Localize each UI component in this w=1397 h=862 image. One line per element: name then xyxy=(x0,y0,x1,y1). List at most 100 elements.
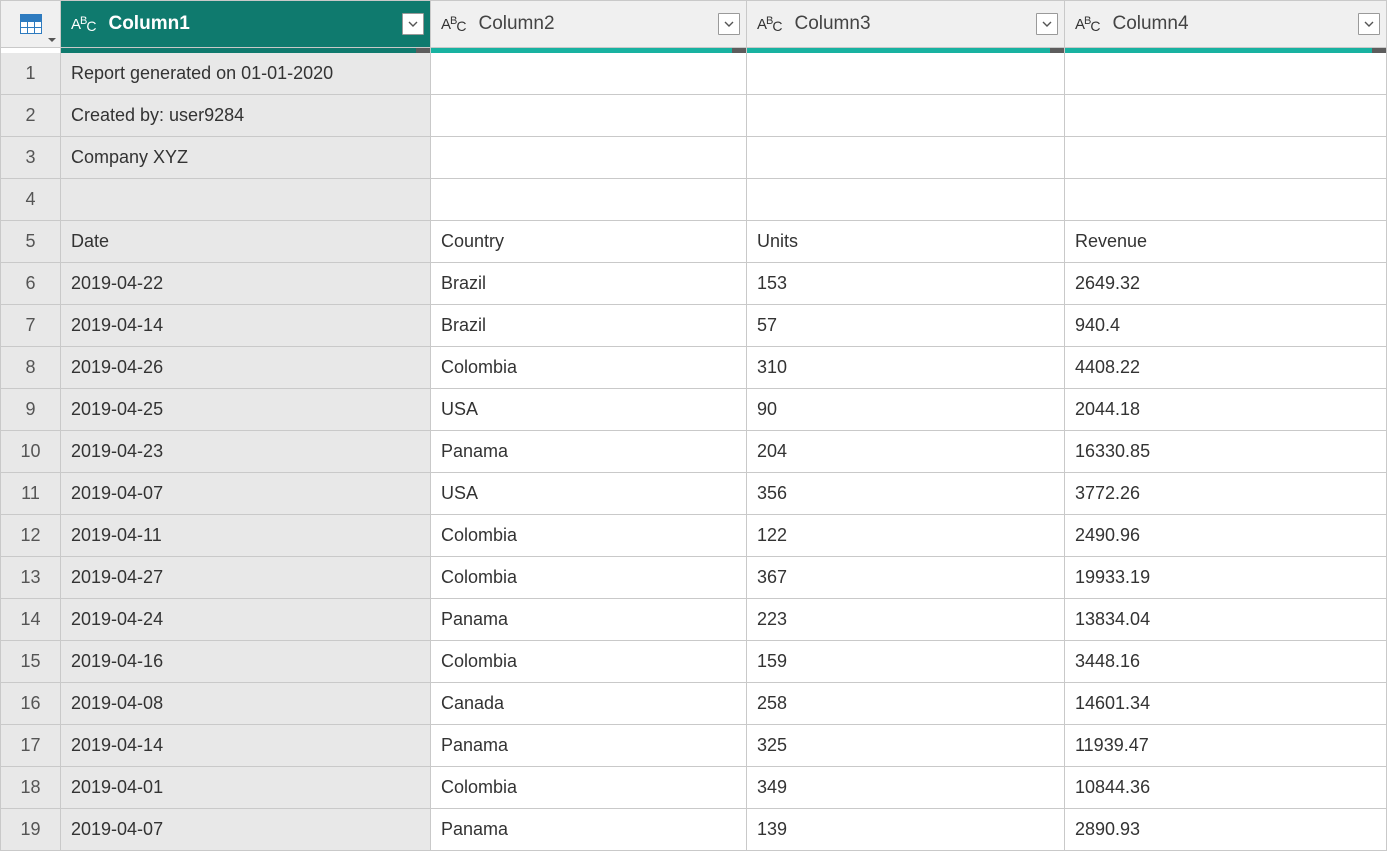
cell[interactable]: Date xyxy=(61,221,431,263)
cell[interactable]: Revenue xyxy=(1065,221,1387,263)
cell[interactable] xyxy=(747,137,1065,179)
cell[interactable] xyxy=(1065,137,1387,179)
row-number[interactable]: 19 xyxy=(1,809,61,851)
cell[interactable]: Colombia xyxy=(431,347,747,389)
cell[interactable] xyxy=(1065,95,1387,137)
cell[interactable]: 258 xyxy=(747,683,1065,725)
cell[interactable]: Panama xyxy=(431,725,747,767)
cell[interactable]: 122 xyxy=(747,515,1065,557)
row-number[interactable]: 9 xyxy=(1,389,61,431)
cell[interactable]: 2890.93 xyxy=(1065,809,1387,851)
cell[interactable]: 2649.32 xyxy=(1065,263,1387,305)
filter-dropdown-button[interactable] xyxy=(1358,13,1380,35)
cell[interactable]: Colombia xyxy=(431,641,747,683)
cell[interactable]: 4408.22 xyxy=(1065,347,1387,389)
row-number[interactable]: 14 xyxy=(1,599,61,641)
cell[interactable]: 19933.19 xyxy=(1065,557,1387,599)
cell[interactable]: 2019-04-23 xyxy=(61,431,431,473)
row-number[interactable]: 15 xyxy=(1,641,61,683)
cell[interactable]: Canada xyxy=(431,683,747,725)
cell[interactable]: Panama xyxy=(431,599,747,641)
row-number[interactable]: 18 xyxy=(1,767,61,809)
row-number[interactable]: 12 xyxy=(1,515,61,557)
cell[interactable]: Report generated on 01-01-2020 xyxy=(61,53,431,95)
column-header-2[interactable]: ABCColumn2 xyxy=(431,0,747,48)
cell[interactable]: 2019-04-24 xyxy=(61,599,431,641)
cell[interactable]: Brazil xyxy=(431,305,747,347)
cell[interactable]: 2019-04-14 xyxy=(61,725,431,767)
cell[interactable]: Panama xyxy=(431,431,747,473)
cell[interactable] xyxy=(747,95,1065,137)
cell[interactable]: 2019-04-25 xyxy=(61,389,431,431)
cell[interactable]: 3448.16 xyxy=(1065,641,1387,683)
column-header-4[interactable]: ABCColumn4 xyxy=(1065,0,1387,48)
cell[interactable]: Country xyxy=(431,221,747,263)
cell[interactable]: 153 xyxy=(747,263,1065,305)
cell[interactable] xyxy=(1065,179,1387,221)
cell[interactable]: 2019-04-27 xyxy=(61,557,431,599)
column-header-1[interactable]: ABCColumn1 xyxy=(61,0,431,48)
cell[interactable]: 11939.47 xyxy=(1065,725,1387,767)
cell[interactable]: 14601.34 xyxy=(1065,683,1387,725)
cell[interactable]: 2019-04-14 xyxy=(61,305,431,347)
filter-dropdown-button[interactable] xyxy=(718,13,740,35)
cell[interactable]: 139 xyxy=(747,809,1065,851)
cell[interactable]: 2019-04-07 xyxy=(61,473,431,515)
select-all-corner[interactable] xyxy=(1,0,61,48)
cell[interactable]: 10844.36 xyxy=(1065,767,1387,809)
cell[interactable] xyxy=(747,53,1065,95)
cell[interactable]: 349 xyxy=(747,767,1065,809)
cell[interactable]: Colombia xyxy=(431,557,747,599)
cell[interactable] xyxy=(431,95,747,137)
cell[interactable]: 2019-04-11 xyxy=(61,515,431,557)
cell[interactable]: 325 xyxy=(747,725,1065,767)
cell[interactable] xyxy=(431,137,747,179)
filter-dropdown-button[interactable] xyxy=(402,13,424,35)
cell[interactable]: 356 xyxy=(747,473,1065,515)
row-number[interactable]: 3 xyxy=(1,137,61,179)
cell[interactable]: 204 xyxy=(747,431,1065,473)
cell[interactable]: 310 xyxy=(747,347,1065,389)
cell[interactable]: USA xyxy=(431,473,747,515)
row-number[interactable]: 11 xyxy=(1,473,61,515)
row-number[interactable]: 2 xyxy=(1,95,61,137)
cell[interactable]: 367 xyxy=(747,557,1065,599)
cell[interactable]: 159 xyxy=(747,641,1065,683)
cell[interactable]: 2019-04-22 xyxy=(61,263,431,305)
cell[interactable]: 3772.26 xyxy=(1065,473,1387,515)
cell[interactable]: Colombia xyxy=(431,515,747,557)
cell[interactable]: 90 xyxy=(747,389,1065,431)
cell[interactable]: Units xyxy=(747,221,1065,263)
row-number[interactable]: 13 xyxy=(1,557,61,599)
cell[interactable]: 2490.96 xyxy=(1065,515,1387,557)
cell[interactable]: 13834.04 xyxy=(1065,599,1387,641)
cell[interactable]: 2019-04-16 xyxy=(61,641,431,683)
cell[interactable]: Created by: user9284 xyxy=(61,95,431,137)
cell[interactable]: Brazil xyxy=(431,263,747,305)
row-number[interactable]: 1 xyxy=(1,53,61,95)
filter-dropdown-button[interactable] xyxy=(1036,13,1058,35)
cell[interactable]: 2044.18 xyxy=(1065,389,1387,431)
cell[interactable]: 940.4 xyxy=(1065,305,1387,347)
row-number[interactable]: 4 xyxy=(1,179,61,221)
cell[interactable]: 223 xyxy=(747,599,1065,641)
cell[interactable]: Company XYZ xyxy=(61,137,431,179)
cell[interactable]: 2019-04-26 xyxy=(61,347,431,389)
cell[interactable]: 16330.85 xyxy=(1065,431,1387,473)
column-header-3[interactable]: ABCColumn3 xyxy=(747,0,1065,48)
row-number[interactable]: 6 xyxy=(1,263,61,305)
cell[interactable] xyxy=(1065,53,1387,95)
row-number[interactable]: 5 xyxy=(1,221,61,263)
cell[interactable]: 57 xyxy=(747,305,1065,347)
cell[interactable]: USA xyxy=(431,389,747,431)
row-number[interactable]: 10 xyxy=(1,431,61,473)
cell[interactable]: Colombia xyxy=(431,767,747,809)
row-number[interactable]: 8 xyxy=(1,347,61,389)
row-number[interactable]: 17 xyxy=(1,725,61,767)
cell[interactable]: Panama xyxy=(431,809,747,851)
cell[interactable] xyxy=(61,179,431,221)
cell[interactable]: 2019-04-01 xyxy=(61,767,431,809)
row-number[interactable]: 7 xyxy=(1,305,61,347)
cell[interactable]: 2019-04-07 xyxy=(61,809,431,851)
cell[interactable]: 2019-04-08 xyxy=(61,683,431,725)
